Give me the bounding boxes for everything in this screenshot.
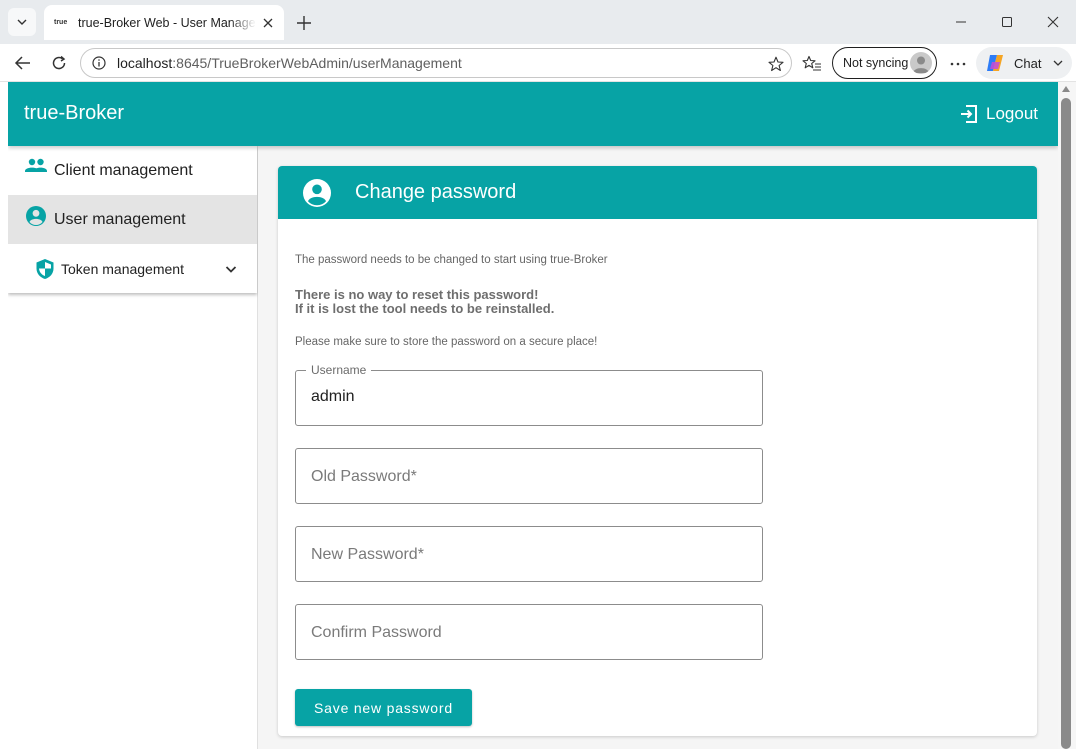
- chevron-down-icon[interactable]: [223, 261, 239, 277]
- old-password-field[interactable]: Old Password*: [295, 448, 763, 504]
- sync-status-label: Not syncing: [843, 56, 909, 70]
- plus-icon: [297, 16, 311, 30]
- more-horizontal-icon: [950, 62, 966, 66]
- star-icon[interactable]: [767, 55, 785, 73]
- sidebar-item-client-management[interactable]: Client management: [8, 146, 257, 195]
- tab-actions-button[interactable]: [8, 8, 36, 36]
- close-window-button[interactable]: [1041, 10, 1065, 34]
- logout-icon: [958, 103, 980, 125]
- new-tab-button[interactable]: [292, 11, 316, 35]
- more-options-button[interactable]: [946, 52, 970, 76]
- back-button[interactable]: [10, 50, 36, 76]
- sidebar-item-token-management[interactable]: Token management: [8, 244, 257, 293]
- new-password-field[interactable]: New Password*: [295, 526, 763, 582]
- warning-line-2: If it is lost the tool needs to be reins…: [295, 301, 555, 316]
- app-brand: true-Broker: [24, 102, 125, 124]
- sidebar-nav: Client management User management Token …: [8, 146, 257, 293]
- minimize-button[interactable]: [949, 10, 973, 34]
- page-scrollbar[interactable]: [1058, 82, 1076, 749]
- maximize-icon: [1002, 17, 1012, 27]
- new-password-placeholder: New Password*: [311, 546, 424, 563]
- tab-favicon-icon: true: [54, 18, 68, 26]
- change-password-card: Change password The password needs to be…: [278, 166, 1037, 736]
- main-content: Change password The password needs to be…: [258, 146, 1058, 749]
- card-header: Change password: [278, 166, 1037, 219]
- save-new-password-button[interactable]: Save new password: [295, 689, 472, 726]
- account-circle-icon: [301, 177, 333, 209]
- reload-button[interactable]: [46, 50, 72, 76]
- username-value: admin: [311, 388, 355, 405]
- shield-icon: [33, 257, 57, 281]
- address-url: localhost:8645/TrueBrokerWebAdmin/userMa…: [117, 55, 462, 71]
- copilot-chat-button[interactable]: Chat: [976, 47, 1072, 79]
- url-host: localhost: [117, 55, 173, 71]
- info-icon[interactable]: [91, 55, 107, 71]
- info-text: The password needs to be changed to star…: [295, 254, 608, 266]
- username-label: Username: [306, 363, 372, 377]
- sidebar-item-label: User management: [54, 210, 186, 228]
- page-viewport: true-Broker Logout Client management Use…: [8, 82, 1058, 749]
- old-password-placeholder: Old Password*: [311, 468, 417, 485]
- account-circle-icon: [24, 205, 48, 232]
- browser-tab-active[interactable]: true true-Broker Web - User Management: [44, 5, 284, 40]
- people-icon: [24, 158, 48, 183]
- arrow-left-icon: [14, 56, 30, 70]
- chevron-down-icon: [17, 19, 27, 25]
- sidebar-item-user-management[interactable]: User management: [8, 195, 257, 244]
- chevron-down-icon: [1053, 60, 1063, 66]
- warning-line-1: There is no way to reset this password!: [295, 287, 539, 302]
- confirm-password-field[interactable]: Confirm Password: [295, 604, 763, 660]
- logout-button[interactable]: Logout: [958, 103, 1038, 125]
- url-path: :8645/TrueBrokerWebAdmin/userManagement: [172, 55, 462, 71]
- address-bar[interactable]: localhost:8645/TrueBrokerWebAdmin/userMa…: [80, 48, 792, 78]
- sidebar-item-label: Token management: [61, 260, 184, 277]
- sidebar: Client management User management Token …: [8, 146, 258, 749]
- close-icon[interactable]: [260, 15, 276, 31]
- scroll-up-arrow-icon[interactable]: [1062, 86, 1070, 92]
- favorites-button[interactable]: [800, 52, 824, 76]
- copilot-icon: [987, 55, 1003, 71]
- maximize-button[interactable]: [995, 10, 1019, 34]
- card-title: Change password: [355, 181, 517, 203]
- sidebar-item-label: Client management: [54, 161, 193, 179]
- close-icon: [1047, 16, 1059, 28]
- reload-icon: [52, 55, 66, 70]
- tab-title: true-Broker Web - User Management: [78, 15, 256, 30]
- username-field[interactable]: Username admin: [295, 363, 763, 426]
- logout-label: Logout: [986, 104, 1038, 123]
- avatar: [910, 52, 932, 74]
- app-header: true-Broker Logout: [8, 82, 1058, 146]
- chat-label: Chat: [1014, 55, 1042, 71]
- browser-toolbar: localhost:8645/TrueBrokerWebAdmin/userMa…: [0, 44, 1076, 82]
- scrollbar-thumb[interactable]: [1061, 98, 1071, 749]
- confirm-password-placeholder: Confirm Password: [311, 624, 442, 641]
- minimize-icon: [956, 21, 966, 23]
- store-hint-text: Please make sure to store the password o…: [295, 336, 598, 348]
- favorites-icon: [802, 55, 821, 71]
- browser-tab-bar: true true-Broker Web - User Management: [0, 0, 1076, 44]
- profile-sync-button[interactable]: Not syncing: [832, 47, 937, 79]
- warning-text: There is no way to reset this password! …: [295, 288, 554, 316]
